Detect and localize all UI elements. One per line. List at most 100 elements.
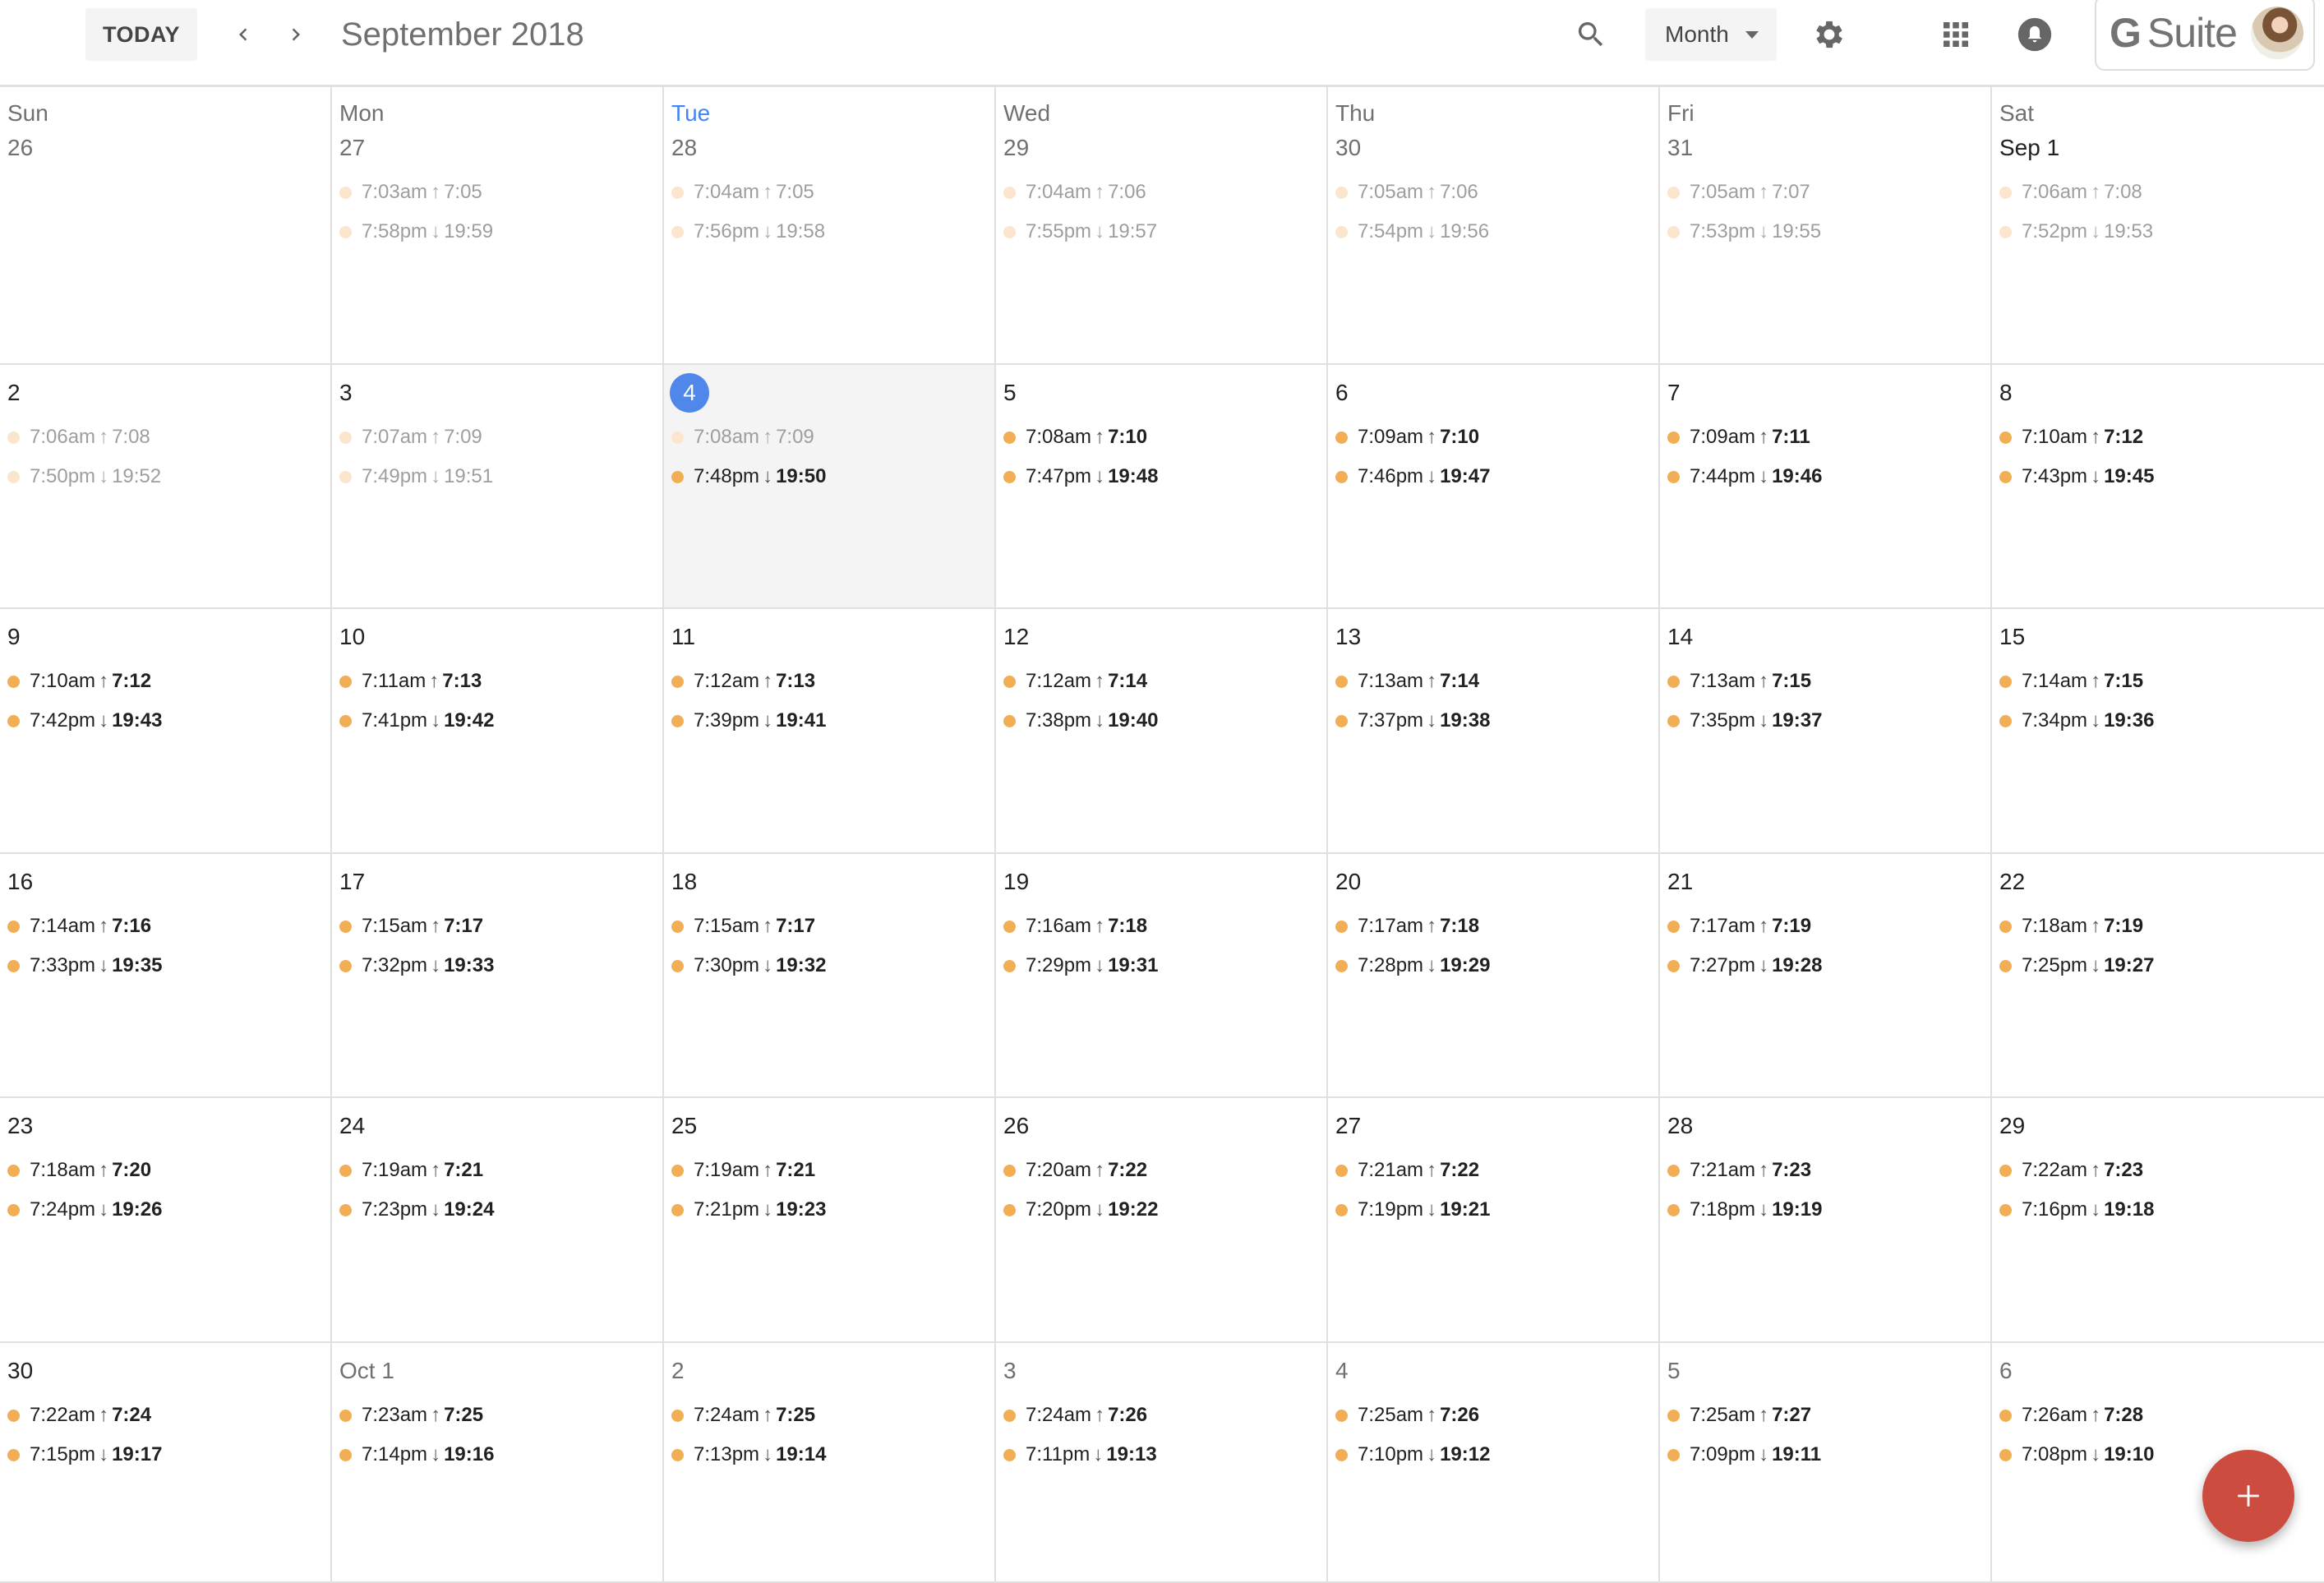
sunrise-event[interactable]: 7:05am ↑ 7:06 (1335, 181, 1478, 204)
day-cell[interactable]: 16 7:14am ↑ 7:16 7:33pm ↓ 19:35 (0, 854, 332, 1098)
sunset-event[interactable]: 7:24pm ↓ 19:26 (7, 1198, 162, 1221)
day-number[interactable]: 20 (1335, 867, 1361, 897)
day-cell[interactable]: 7 7:09am ↑ 7:11 7:44pm ↓ 19:46 (1660, 365, 1992, 609)
day-cell[interactable]: 18 7:15am ↑ 7:17 7:30pm ↓ 19:32 (664, 854, 996, 1098)
day-number[interactable]: 30 (1335, 133, 1361, 163)
sunrise-event[interactable]: 7:15am ↑ 7:17 (339, 915, 483, 938)
day-number[interactable]: 5 (1003, 378, 1017, 408)
sunrise-event[interactable]: 7:22am ↑ 7:24 (7, 1404, 151, 1427)
sunrise-event[interactable]: 7:19am ↑ 7:21 (671, 1159, 815, 1182)
day-cell[interactable]: 30 7:22am ↑ 7:24 7:15pm ↓ 19:17 (0, 1343, 332, 1583)
day-number[interactable]: 3 (339, 378, 353, 408)
sunset-event[interactable]: 7:33pm ↓ 19:35 (7, 954, 162, 977)
sunset-event[interactable]: 7:13pm ↓ 19:14 (671, 1443, 826, 1466)
day-cell[interactable]: 6 7:09am ↑ 7:10 7:46pm ↓ 19:47 (1328, 365, 1660, 609)
sunset-event[interactable]: 7:32pm ↓ 19:33 (339, 954, 494, 977)
sunrise-event[interactable]: 7:26am ↑ 7:28 (1999, 1404, 2143, 1427)
day-number[interactable]: 31 (1667, 133, 1693, 163)
sunrise-event[interactable]: 7:24am ↑ 7:26 (1003, 1404, 1147, 1427)
sunrise-event[interactable]: 7:25am ↑ 7:27 (1667, 1404, 1811, 1427)
sunset-event[interactable]: 7:08pm ↓ 19:10 (1999, 1443, 2154, 1466)
day-number[interactable]: 30 (7, 1356, 33, 1386)
sunrise-event[interactable]: 7:08am ↑ 7:10 (1003, 426, 1147, 449)
day-cell[interactable]: Mon 27 7:03am ↑ 7:05 7:58pm ↓ 19:59 (332, 87, 664, 365)
sunset-event[interactable]: 7:11pm ↓ 19:13 (1003, 1443, 1157, 1466)
sunrise-event[interactable]: 7:09am ↑ 7:11 (1667, 426, 1810, 449)
day-number[interactable]: 13 (1335, 622, 1361, 652)
day-cell[interactable]: 13 7:13am ↑ 7:14 7:37pm ↓ 19:38 (1328, 609, 1660, 854)
sunset-event[interactable]: 7:44pm ↓ 19:46 (1667, 465, 1822, 488)
sunrise-event[interactable]: 7:10am ↑ 7:12 (7, 670, 151, 693)
day-cell[interactable]: Wed 29 7:04am ↑ 7:06 7:55pm ↓ 19:57 (996, 87, 1328, 365)
day-number[interactable]: 19 (1003, 867, 1029, 897)
day-number[interactable]: 22 (1999, 867, 2025, 897)
day-number[interactable]: 12 (1003, 622, 1029, 652)
day-number[interactable]: 6 (1999, 1356, 2013, 1386)
day-number[interactable]: 14 (1667, 622, 1693, 652)
today-button[interactable]: TODAY (85, 8, 197, 61)
view-selector[interactable]: Month (1645, 8, 1777, 61)
sunset-event[interactable]: 7:25pm ↓ 19:27 (1999, 954, 2154, 977)
day-cell[interactable]: 2 7:06am ↑ 7:08 7:50pm ↓ 19:52 (0, 365, 332, 609)
sunset-event[interactable]: 7:56pm ↓ 19:58 (671, 220, 825, 243)
day-number[interactable]: 15 (1999, 622, 2025, 652)
sunset-event[interactable]: 7:20pm ↓ 19:22 (1003, 1198, 1158, 1221)
day-cell[interactable]: 24 7:19am ↑ 7:21 7:23pm ↓ 19:24 (332, 1098, 664, 1343)
day-number[interactable]: 17 (339, 867, 365, 897)
sunrise-event[interactable]: 7:12am ↑ 7:14 (1003, 670, 1147, 693)
sunrise-event[interactable]: 7:15am ↑ 7:17 (671, 915, 815, 938)
next-month-button[interactable] (273, 12, 319, 58)
apps-button[interactable] (1933, 12, 1979, 58)
account-switcher[interactable]: G Suite (2095, 0, 2315, 71)
sunset-event[interactable]: 7:28pm ↓ 19:29 (1335, 954, 1490, 977)
day-number[interactable]: 7 (1667, 378, 1681, 408)
previous-month-button[interactable] (220, 12, 266, 58)
sunrise-event[interactable]: 7:14am ↑ 7:16 (7, 915, 151, 938)
sunset-event[interactable]: 7:34pm ↓ 19:36 (1999, 709, 2154, 732)
sunset-event[interactable]: 7:35pm ↓ 19:37 (1667, 709, 1822, 732)
settings-button[interactable] (1806, 12, 1852, 58)
sunset-event[interactable]: 7:42pm ↓ 19:43 (7, 709, 162, 732)
sunset-event[interactable]: 7:10pm ↓ 19:12 (1335, 1443, 1490, 1466)
day-number[interactable]: 4 (670, 373, 709, 413)
day-number[interactable]: 29 (1999, 1111, 2025, 1141)
day-cell[interactable]: 2 7:24am ↑ 7:25 7:13pm ↓ 19:14 (664, 1343, 996, 1583)
day-cell[interactable]: 4 7:08am ↑ 7:09 7:48pm ↓ 19:50 (664, 365, 996, 609)
day-number[interactable]: 2 (7, 378, 21, 408)
day-number[interactable]: Sep 1 (1999, 133, 2059, 163)
sunset-event[interactable]: 7:30pm ↓ 19:32 (671, 954, 826, 977)
day-cell[interactable]: 3 7:07am ↑ 7:09 7:49pm ↓ 19:51 (332, 365, 664, 609)
sunrise-event[interactable]: 7:12am ↑ 7:13 (671, 670, 815, 693)
sunrise-event[interactable]: 7:06am ↑ 7:08 (1999, 181, 2142, 204)
sunset-event[interactable]: 7:46pm ↓ 19:47 (1335, 465, 1490, 488)
sunset-event[interactable]: 7:39pm ↓ 19:41 (671, 709, 826, 732)
day-number[interactable]: 25 (671, 1111, 697, 1141)
sunset-event[interactable]: 7:47pm ↓ 19:48 (1003, 465, 1158, 488)
day-number[interactable]: 27 (1335, 1111, 1361, 1141)
day-cell[interactable]: 9 7:10am ↑ 7:12 7:42pm ↓ 19:43 (0, 609, 332, 854)
sunset-event[interactable]: 7:27pm ↓ 19:28 (1667, 954, 1822, 977)
day-cell[interactable]: 3 7:24am ↑ 7:26 7:11pm ↓ 19:13 (996, 1343, 1328, 1583)
sunset-event[interactable]: 7:16pm ↓ 19:18 (1999, 1198, 2154, 1221)
sunrise-event[interactable]: 7:21am ↑ 7:23 (1667, 1159, 1811, 1182)
sunset-event[interactable]: 7:09pm ↓ 19:11 (1667, 1443, 1821, 1466)
day-number[interactable]: Oct 1 (339, 1356, 394, 1386)
sunset-event[interactable]: 7:41pm ↓ 19:42 (339, 709, 494, 732)
sunrise-event[interactable]: 7:03am ↑ 7:05 (339, 181, 482, 204)
day-cell[interactable]: Oct 1 7:23am ↑ 7:25 7:14pm ↓ 19:16 (332, 1343, 664, 1583)
sunrise-event[interactable]: 7:06am ↑ 7:08 (7, 426, 150, 449)
day-cell[interactable]: 14 7:13am ↑ 7:15 7:35pm ↓ 19:37 (1660, 609, 1992, 854)
day-number[interactable]: 27 (339, 133, 365, 163)
day-cell[interactable]: 27 7:21am ↑ 7:22 7:19pm ↓ 19:21 (1328, 1098, 1660, 1343)
sunset-event[interactable]: 7:21pm ↓ 19:23 (671, 1198, 826, 1221)
notifications-button[interactable] (2012, 12, 2058, 58)
sunrise-event[interactable]: 7:05am ↑ 7:07 (1667, 181, 1810, 204)
sunrise-event[interactable]: 7:18am ↑ 7:20 (7, 1159, 151, 1182)
day-number[interactable]: 24 (339, 1111, 365, 1141)
day-cell[interactable]: 12 7:12am ↑ 7:14 7:38pm ↓ 19:40 (996, 609, 1328, 854)
day-cell[interactable]: 4 7:25am ↑ 7:26 7:10pm ↓ 19:12 (1328, 1343, 1660, 1583)
search-button[interactable] (1568, 12, 1614, 58)
sunset-event[interactable]: 7:38pm ↓ 19:40 (1003, 709, 1158, 732)
sunrise-event[interactable]: 7:16am ↑ 7:18 (1003, 915, 1147, 938)
day-cell[interactable]: 8 7:10am ↑ 7:12 7:43pm ↓ 19:45 (1992, 365, 2324, 609)
